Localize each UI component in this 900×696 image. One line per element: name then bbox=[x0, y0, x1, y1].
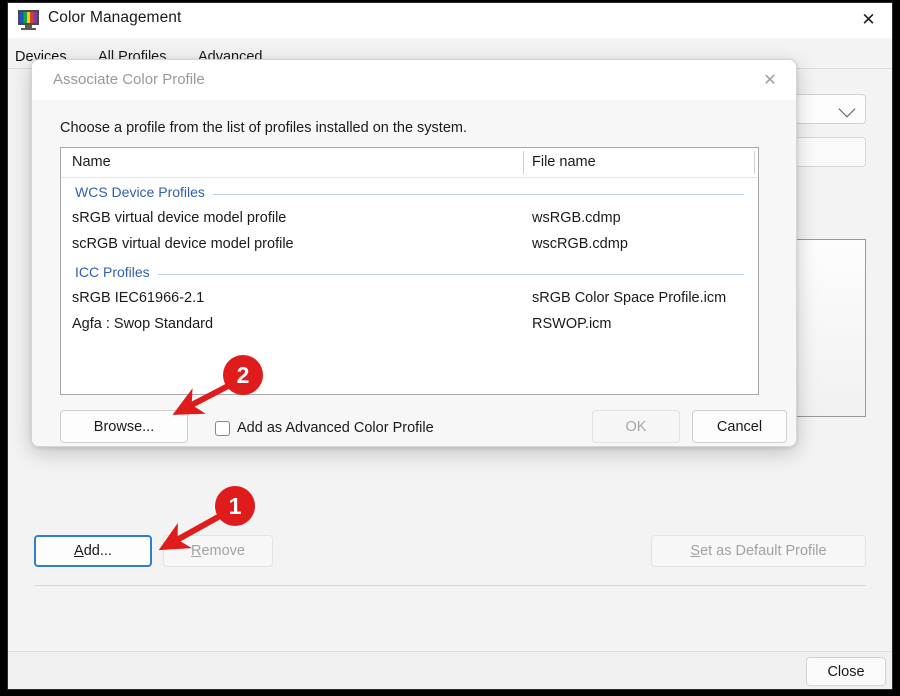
section-divider bbox=[34, 585, 866, 586]
header-bottom-line bbox=[61, 177, 758, 178]
profile-list-header: Name File name bbox=[61, 148, 758, 177]
row-file-name: sRGB Color Space Profile.icm bbox=[532, 290, 726, 306]
chevron-down-icon bbox=[839, 101, 856, 118]
associate-color-profile-dialog: Associate Color Profile ✕ Choose a profi… bbox=[31, 59, 797, 447]
table-row[interactable]: scRGB virtual device model profile wscRG… bbox=[61, 234, 758, 260]
set-default-profile-label: Set as Default Profile bbox=[690, 543, 826, 559]
row-name: Agfa : Swop Standard bbox=[72, 316, 213, 332]
row-file-name: wsRGB.cdmp bbox=[532, 210, 621, 226]
row-name: scRGB virtual device model profile bbox=[72, 236, 294, 252]
browse-button[interactable]: Browse... bbox=[60, 410, 188, 443]
add-button-label: Add... bbox=[74, 543, 112, 559]
row-file-name: RSWOP.icm bbox=[532, 316, 612, 332]
dialog-body: Choose a profile from the list of profil… bbox=[32, 100, 796, 447]
row-file-name: wscRGB.cdmp bbox=[532, 236, 628, 252]
set-default-profile-button[interactable]: Set as Default Profile bbox=[651, 535, 866, 567]
group-wcs-device-profiles: WCS Device Profiles bbox=[61, 184, 758, 206]
column-divider-2[interactable] bbox=[754, 151, 755, 174]
cancel-button[interactable]: Cancel bbox=[692, 410, 787, 443]
dialog-title: Associate Color Profile bbox=[53, 71, 205, 88]
add-as-advanced-color-profile-checkbox[interactable]: Add as Advanced Color Profile bbox=[215, 418, 434, 438]
column-divider-1[interactable] bbox=[523, 151, 524, 174]
dialog-titlebar: Associate Color Profile ✕ bbox=[32, 60, 796, 100]
annotation-badge-2: 2 bbox=[223, 355, 263, 395]
window-footer: Close bbox=[8, 652, 892, 690]
window-close-icon[interactable]: ✕ bbox=[845, 3, 892, 37]
row-name: sRGB virtual device model profile bbox=[72, 210, 286, 226]
screenshot-root: Color Management ✕ Devices All Profiles … bbox=[0, 0, 900, 696]
profile-actions-row: Add... Remove Set as Default Profile bbox=[8, 535, 892, 575]
checkbox-label: Add as Advanced Color Profile bbox=[237, 420, 434, 436]
table-row[interactable]: sRGB virtual device model profile wsRGB.… bbox=[61, 208, 758, 234]
close-button[interactable]: Close bbox=[806, 657, 886, 686]
window-title: Color Management bbox=[48, 9, 181, 27]
table-row[interactable]: sRGB IEC61966-2.1 sRGB Color Space Profi… bbox=[61, 288, 758, 314]
checkbox-box[interactable] bbox=[215, 421, 230, 436]
column-header-file-name[interactable]: File name bbox=[532, 154, 596, 170]
table-row[interactable]: Agfa : Swop Standard RSWOP.icm bbox=[61, 314, 758, 340]
group-label: ICC Profiles bbox=[75, 264, 158, 280]
window-titlebar: Color Management ✕ bbox=[8, 3, 892, 38]
add-button[interactable]: Add... bbox=[34, 535, 152, 567]
column-header-name[interactable]: Name bbox=[72, 154, 111, 170]
color-management-window: Color Management ✕ Devices All Profiles … bbox=[7, 2, 893, 690]
ok-button[interactable]: OK bbox=[592, 410, 680, 443]
dialog-instruction: Choose a profile from the list of profil… bbox=[60, 120, 467, 136]
row-name: sRGB IEC61966-2.1 bbox=[72, 290, 204, 306]
group-rule bbox=[75, 274, 744, 275]
color-monitor-icon bbox=[18, 10, 39, 30]
profile-list[interactable]: Name File name WCS Device Profiles sRGB … bbox=[60, 147, 759, 395]
annotation-badge-1: 1 bbox=[215, 486, 255, 526]
group-label: WCS Device Profiles bbox=[75, 184, 213, 200]
dialog-close-icon[interactable]: ✕ bbox=[750, 64, 790, 96]
group-icc-profiles: ICC Profiles bbox=[61, 264, 758, 286]
remove-button-label: Remove bbox=[191, 543, 245, 559]
remove-button[interactable]: Remove bbox=[163, 535, 273, 567]
